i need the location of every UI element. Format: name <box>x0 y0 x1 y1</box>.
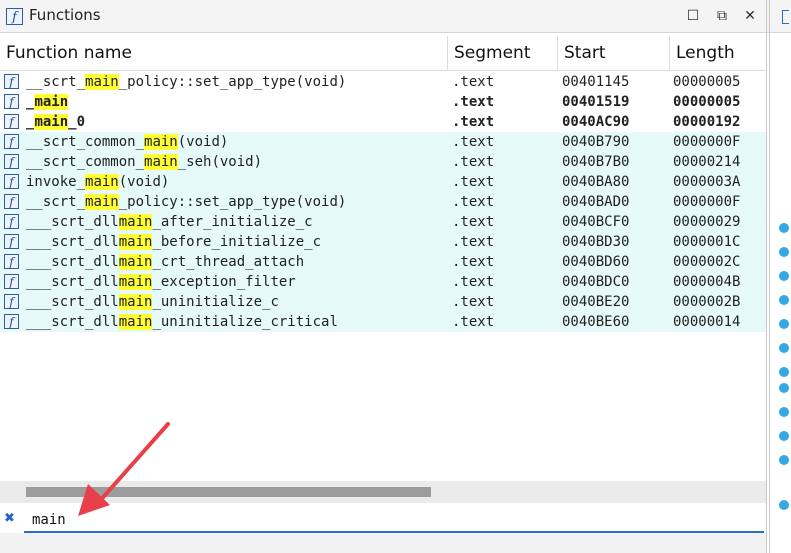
annotation-arrow-icon <box>78 422 170 516</box>
